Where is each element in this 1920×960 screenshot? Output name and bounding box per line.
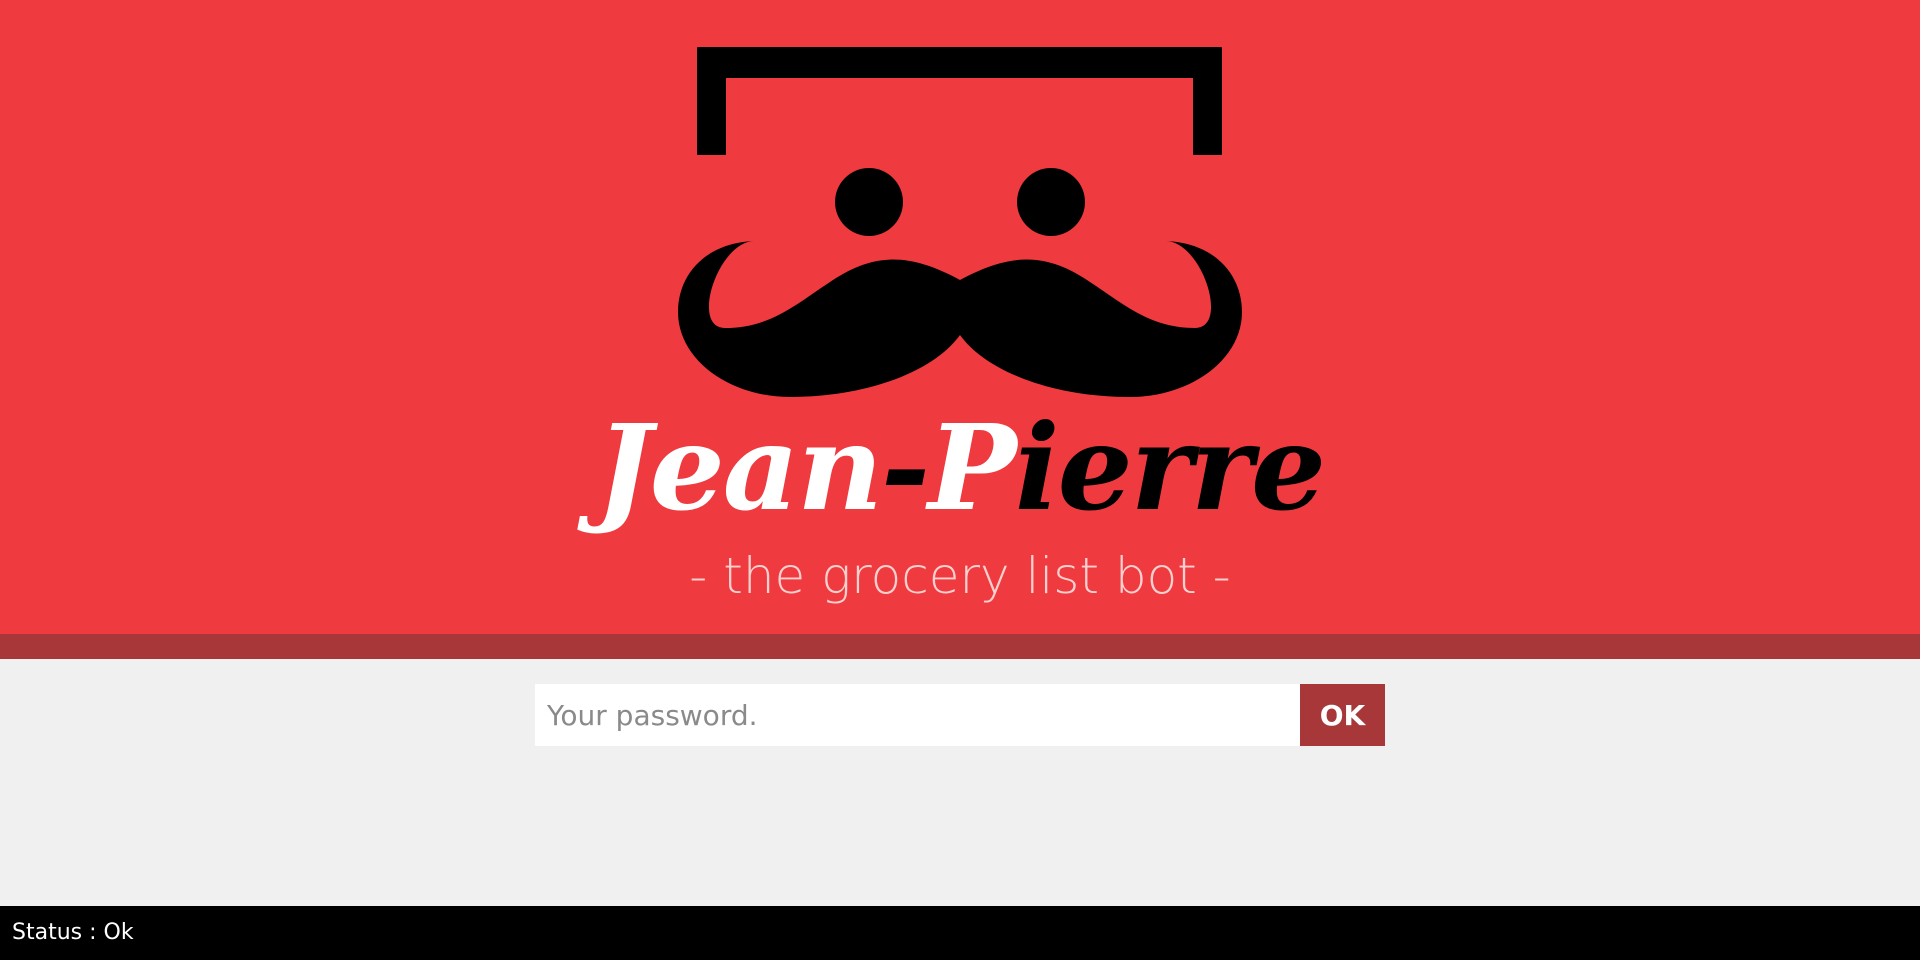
header-banner: Jean-Pierre - the grocery list bot - — [0, 0, 1920, 634]
app-title-rest: ierre — [1014, 398, 1326, 537]
ok-button[interactable]: OK — [1300, 684, 1385, 746]
app-title-p: P — [928, 398, 1017, 537]
status-bar: Status : Ok — [0, 906, 1920, 960]
mustache-face-icon — [678, 47, 1242, 397]
login-form: OK — [535, 684, 1385, 746]
app-title: Jean-Pierre — [0, 398, 1920, 538]
left-eye — [835, 168, 903, 236]
hat-bracket — [697, 47, 1222, 155]
status-text: Status : Ok — [12, 920, 134, 945]
app-subtitle: - the grocery list bot - — [689, 547, 1231, 605]
header-divider-band — [0, 634, 1920, 659]
app-title-dash: - — [881, 398, 930, 537]
mustache-left — [678, 241, 960, 397]
password-input[interactable] — [535, 684, 1300, 746]
mustache-right — [960, 241, 1242, 397]
right-eye — [1017, 168, 1085, 236]
app-title-first: Jean — [595, 398, 883, 537]
